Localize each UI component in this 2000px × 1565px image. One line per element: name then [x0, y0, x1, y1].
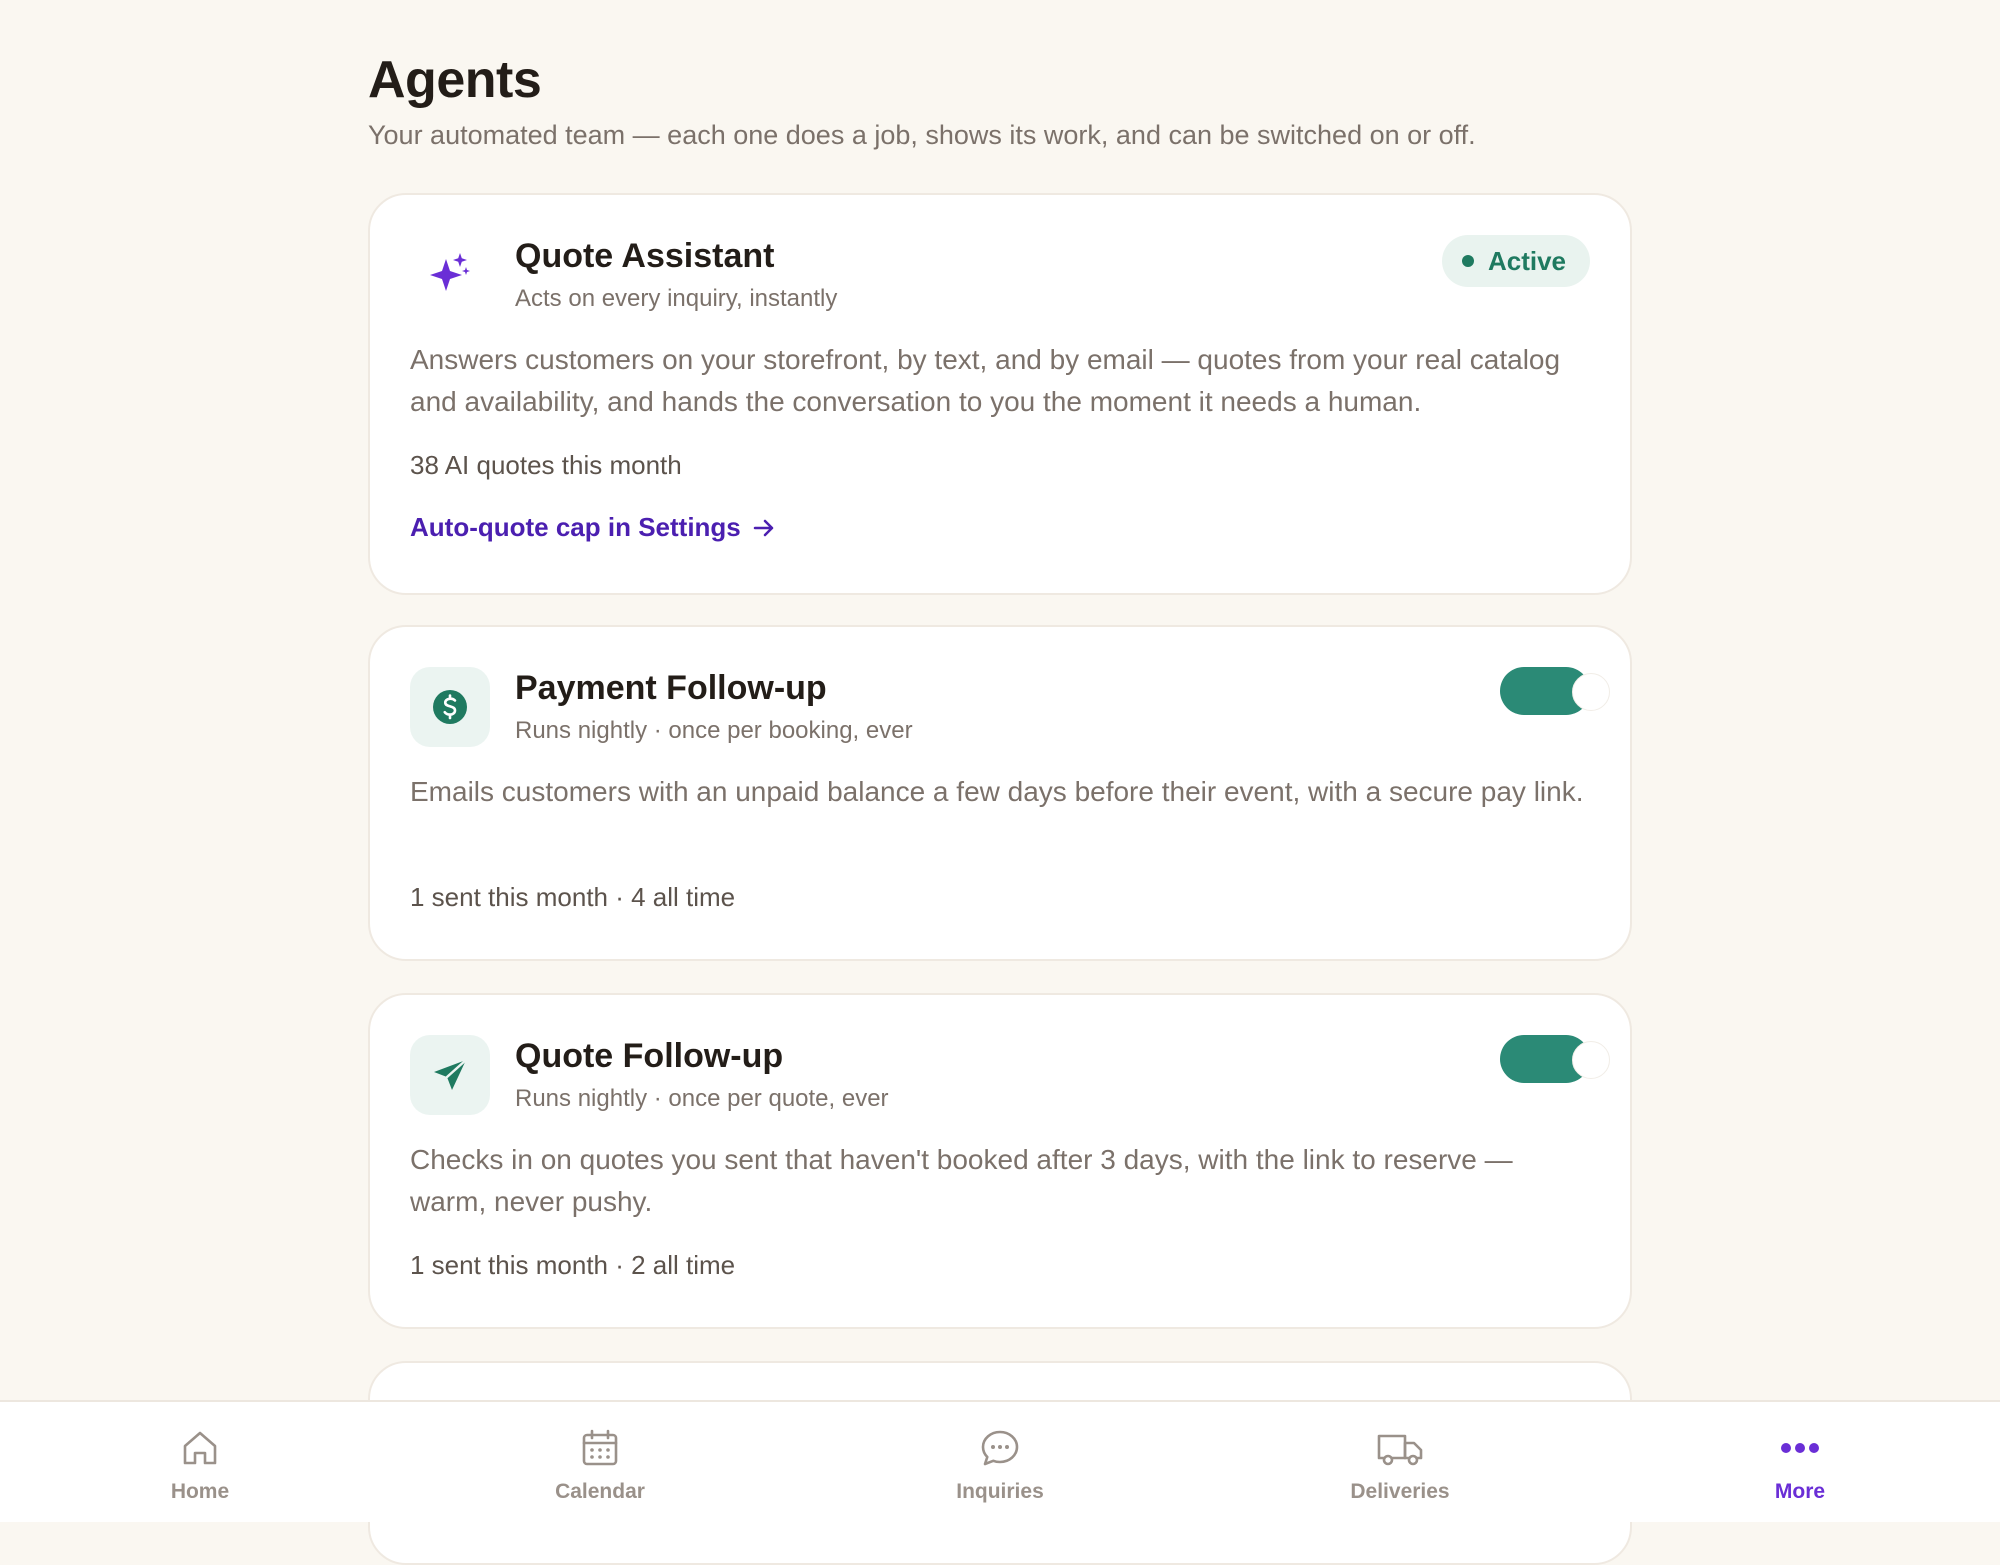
truck-icon	[1376, 1424, 1424, 1472]
nav-label: Inquiries	[956, 1480, 1044, 1503]
agent-card-quote-follow-up: Quote Follow-up Runs nightly · once per …	[368, 993, 1632, 1329]
home-icon	[176, 1424, 224, 1472]
status-badge: Active	[1441, 235, 1590, 287]
agent-schedule: Acts on every inquiry, instantly	[515, 285, 838, 312]
agent-title: Quote Follow-up	[515, 1037, 784, 1075]
toggle-knob	[1572, 673, 1610, 711]
more-dots-icon	[1776, 1424, 1824, 1472]
nav-item-calendar[interactable]: Calendar	[400, 1402, 800, 1522]
nav-label: Home	[170, 1480, 230, 1503]
page-subtitle: Your automated team — each one does a jo…	[368, 120, 1476, 150]
page-title: Agents	[368, 51, 542, 109]
agent-description: Answers customers on your storefront, by…	[410, 344, 1561, 417]
agent-stat: 38 AI quotes this month	[410, 450, 682, 480]
agent-stat: 1 sent this month · 2 all time	[410, 1250, 736, 1280]
arrow-right-icon	[753, 519, 774, 536]
agent-title: Payment Follow-up	[515, 669, 827, 707]
dollar-icon	[410, 667, 490, 747]
bottom-nav: Home Calendar Inquiries Deliveries More	[0, 1400, 2000, 1522]
agent-title: Quote Assistant	[515, 237, 775, 275]
agent-card-payment-follow-up: Payment Follow-up Runs nightly · once pe…	[368, 625, 1632, 961]
agent-card-quote-assistant: Quote Assistant Acts on every inquiry, i…	[368, 193, 1632, 595]
nav-item-more[interactable]: More	[1600, 1402, 2000, 1522]
status-dot-icon	[1461, 255, 1474, 267]
agent-stat: 1 sent this month · 4 all time	[410, 882, 736, 912]
toggle-knob	[1572, 1041, 1610, 1079]
nav-label: Deliveries	[1350, 1480, 1450, 1503]
status-label: Active	[1487, 245, 1566, 276]
nav-item-inquiries[interactable]: Inquiries	[800, 1402, 1200, 1522]
agent-description: Emails customers with an unpaid balance …	[410, 776, 1584, 807]
agent-enabled-toggle[interactable]	[1500, 667, 1610, 715]
nav-label: Calendar	[555, 1480, 645, 1503]
agent-enabled-toggle[interactable]	[1500, 1035, 1610, 1083]
auto-quote-cap-link[interactable]: Auto-quote cap in Settings	[410, 512, 777, 543]
sparkle-icon	[410, 235, 490, 315]
chat-bubble-icon	[976, 1424, 1024, 1472]
nav-label: More	[1774, 1480, 1826, 1503]
link-label: Auto-quote cap in Settings	[410, 512, 741, 542]
send-icon	[410, 1035, 490, 1115]
nav-item-deliveries[interactable]: Deliveries	[1200, 1402, 1600, 1522]
agent-schedule: Runs nightly · once per quote, ever	[515, 1085, 889, 1112]
nav-item-home[interactable]: Home	[0, 1402, 400, 1522]
agent-schedule: Runs nightly · once per booking, ever	[515, 717, 913, 744]
agent-description: Checks in on quotes you sent that haven'…	[410, 1144, 1513, 1217]
calendar-icon	[576, 1424, 624, 1472]
